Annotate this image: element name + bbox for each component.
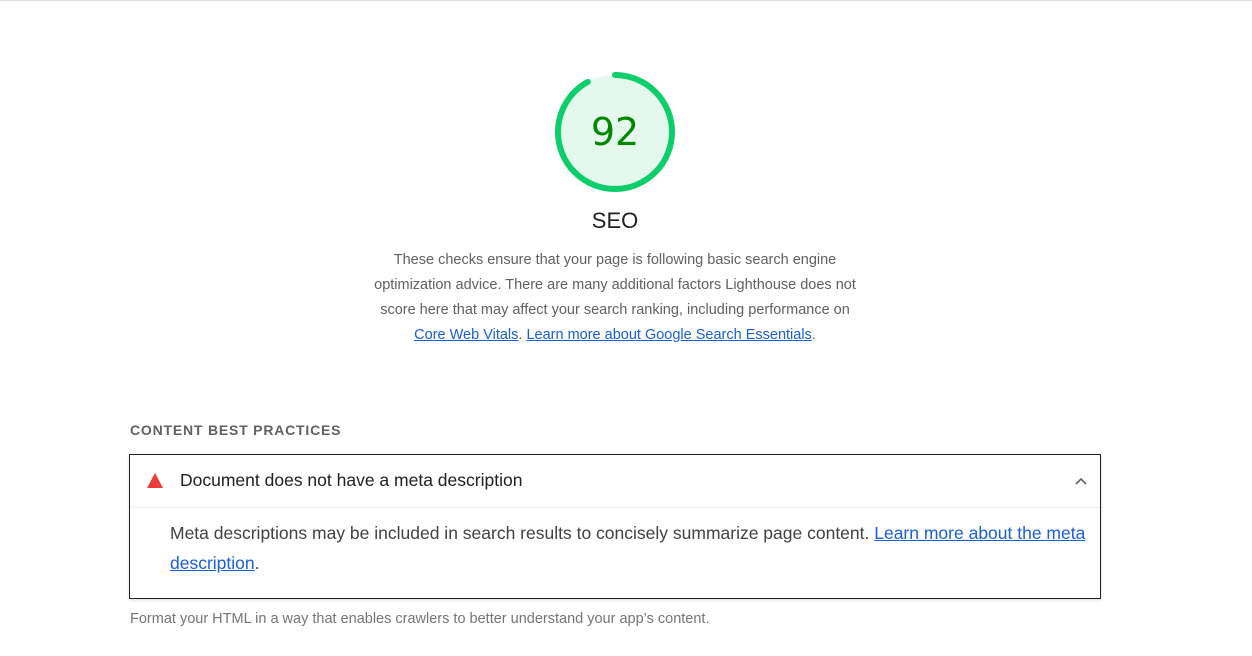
category-title: SEO	[591, 208, 639, 233]
group-title: CONTENT BEST PRACTICES	[130, 422, 342, 438]
audit-body-end: .	[254, 553, 260, 573]
audit-body-text: Meta descriptions may be included in sea…	[170, 523, 875, 543]
chevron-up-icon[interactable]	[1074, 474, 1088, 488]
top-divider	[0, 0, 1252, 1]
audit-description: Meta descriptions may be included in sea…	[170, 518, 1095, 578]
score-value: 92	[590, 110, 640, 154]
seo-score-gauge[interactable]: 92	[553, 70, 677, 194]
audit-meta-description: Document does not have a meta descriptio…	[129, 454, 1101, 599]
audit-header[interactable]: Document does not have a meta descriptio…	[130, 455, 1100, 508]
category-description: These checks ensure that your page is fo…	[365, 248, 865, 348]
search-essentials-link[interactable]: Learn more about Google Search Essential…	[526, 327, 811, 343]
audit-title: Document does not have a meta descriptio…	[180, 470, 523, 490]
description-text: These checks ensure that your page is fo…	[374, 252, 856, 318]
core-web-vitals-link[interactable]: Core Web Vitals	[414, 327, 518, 343]
fail-triangle-icon	[147, 473, 163, 488]
group-description: Format your HTML in a way that enables c…	[130, 611, 710, 627]
description-end: .	[811, 327, 816, 343]
